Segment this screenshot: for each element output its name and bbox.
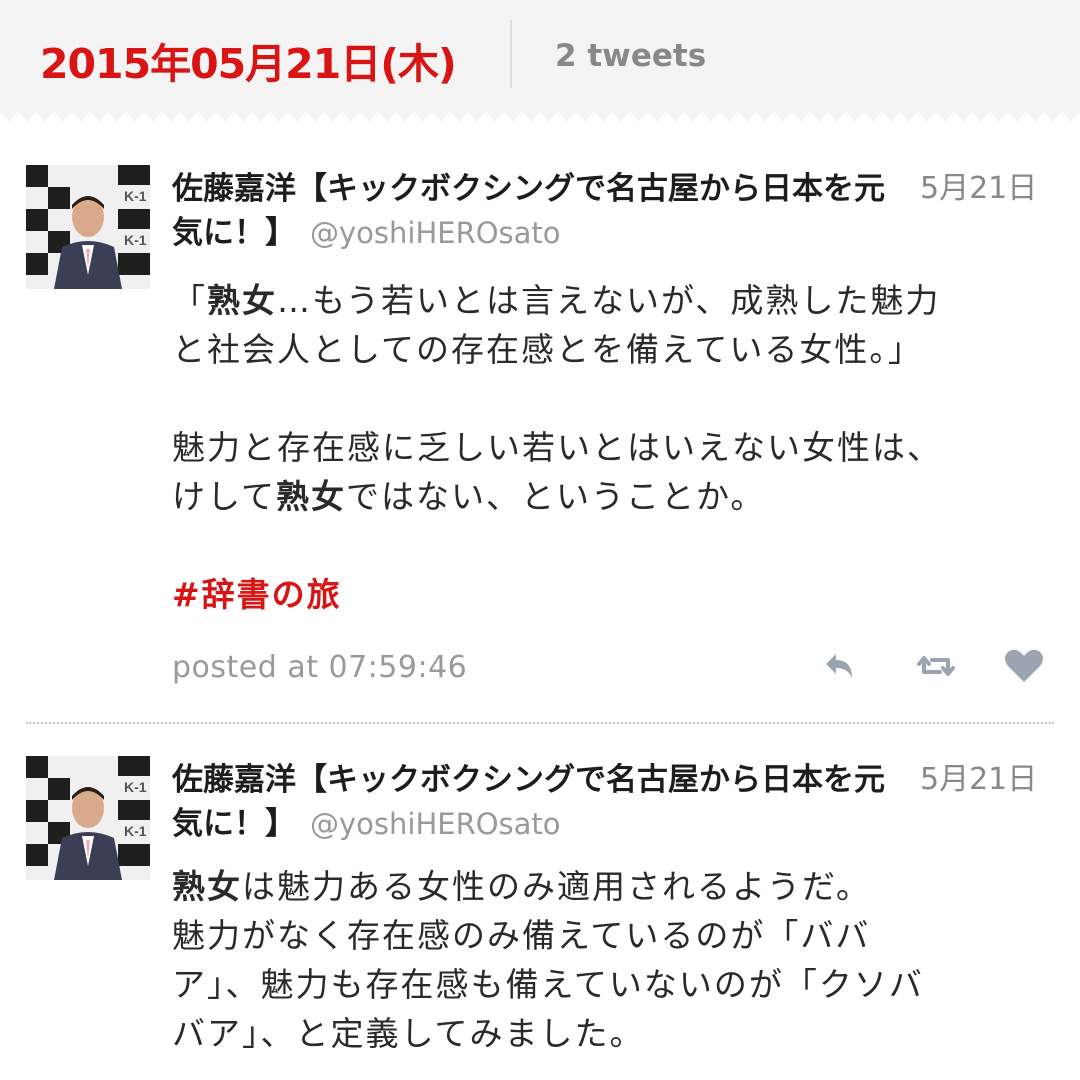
header-divider xyxy=(510,20,512,88)
svg-text:K-1: K-1 xyxy=(124,779,147,795)
retweet-icon[interactable] xyxy=(914,644,958,688)
text-line: と社会人としての存在感とを備えている女性。」 xyxy=(172,330,923,369)
header-date: 2015年05月21日(木) xyxy=(40,40,457,88)
tweet-date[interactable]: 5月21日 xyxy=(920,167,1037,211)
svg-text:K-1: K-1 xyxy=(124,188,147,204)
text-line: 「熟女…もう若いとは言えないが、成熟した魅力 xyxy=(172,276,1052,325)
text-line: ア」、魅力も存在感も備えていないのが「クソバ xyxy=(172,965,924,1004)
tweet-text: 熟女は魅力ある女性のみ適用されるようだ。 魅力がなく存在感のみ備えているのが「バ… xyxy=(172,862,1052,1058)
highlight-term: 熟女 xyxy=(172,867,242,906)
avatar[interactable]: K-1 K-1 xyxy=(26,756,150,880)
highlight-term: 熟女 xyxy=(276,477,347,516)
avatar[interactable]: K-1 K-1 xyxy=(26,165,150,289)
text-line: けして熟女ではない、ということか。 xyxy=(172,472,1052,521)
text-segment: は魅力ある女性のみ適用されるようだ。 xyxy=(242,867,872,906)
text-segment: 「 xyxy=(172,281,207,320)
tweet-separator xyxy=(26,722,1054,724)
reply-icon[interactable] xyxy=(818,644,862,688)
text-line: 魅力がなく存在感のみ備えているのが「ババ xyxy=(172,916,871,955)
tweet-author-line: 佐藤嘉洋【キックボクシングで名古屋から日本を元気に！】 @yoshiHEROsat… xyxy=(172,758,892,846)
posted-time: posted at 07:59:46 xyxy=(172,650,468,685)
tweet-text: 「熟女…もう若いとは言えないが、成熟した魅力 と社会人としての存在感とを備えてい… xyxy=(172,276,1052,619)
text-segment: けして xyxy=(172,477,277,516)
svg-text:K-1: K-1 xyxy=(124,232,147,248)
svg-text:K-1: K-1 xyxy=(124,823,147,839)
tweet-author-line: 佐藤嘉洋【キックボクシングで名古屋から日本を元気に！】 @yoshiHEROsat… xyxy=(172,167,892,255)
text-line: 魅力と存在感に乏しい若いとはいえない女性は、 xyxy=(172,428,942,467)
text-line: バア」、と定義してみました。 xyxy=(172,1014,645,1053)
zigzag-divider xyxy=(0,108,1080,122)
hashtag-link[interactable]: #辞書の旅 xyxy=(172,575,342,614)
author-handle[interactable]: @yoshiHEROsato xyxy=(310,807,561,841)
tweet-count: 2 tweets xyxy=(555,38,707,74)
day-header: 2015年05月21日(木) 2 tweets xyxy=(0,0,1080,112)
heart-icon[interactable] xyxy=(1002,644,1046,688)
author-handle[interactable]: @yoshiHEROsato xyxy=(310,216,561,250)
text-line: 熟女は魅力ある女性のみ適用されるようだ。 xyxy=(172,862,1052,911)
text-segment: …もう若いとは言えないが、成熟した魅力 xyxy=(277,281,941,320)
highlight-term: 熟女 xyxy=(207,281,277,320)
text-segment: ではない、ということか。 xyxy=(346,477,766,516)
hashtag-line: #辞書の旅 xyxy=(172,570,1052,619)
tweet-date[interactable]: 5月21日 xyxy=(920,758,1037,802)
